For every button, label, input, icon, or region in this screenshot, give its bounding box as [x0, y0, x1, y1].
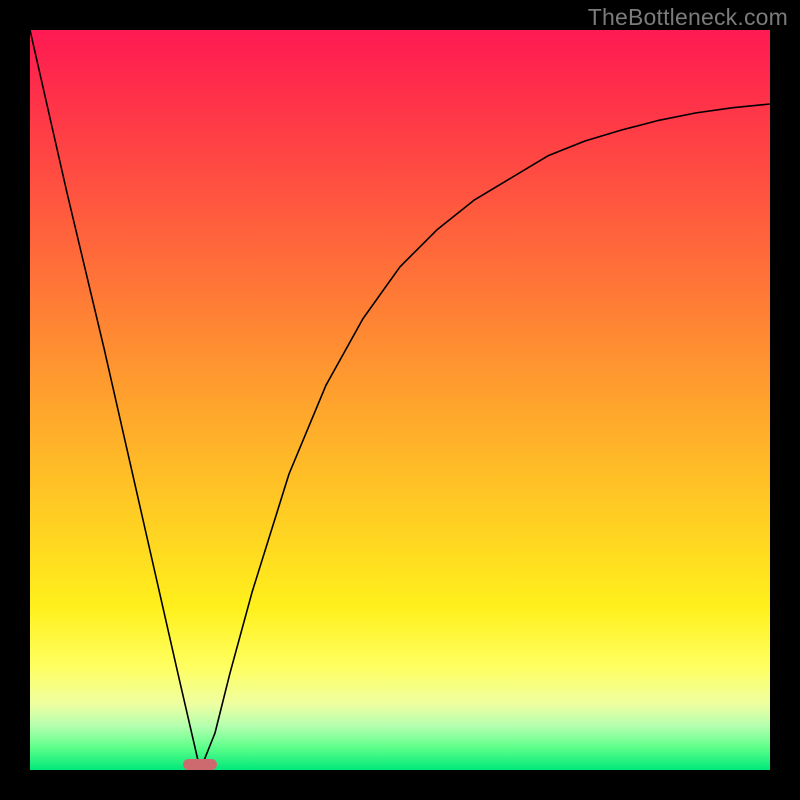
- watermark-text: TheBottleneck.com: [588, 4, 788, 31]
- plot-area: [30, 30, 770, 770]
- chart-frame: TheBottleneck.com: [0, 0, 800, 800]
- minimum-marker: [183, 759, 217, 770]
- bottleneck-curve: [30, 30, 770, 770]
- curve-svg: [30, 30, 770, 770]
